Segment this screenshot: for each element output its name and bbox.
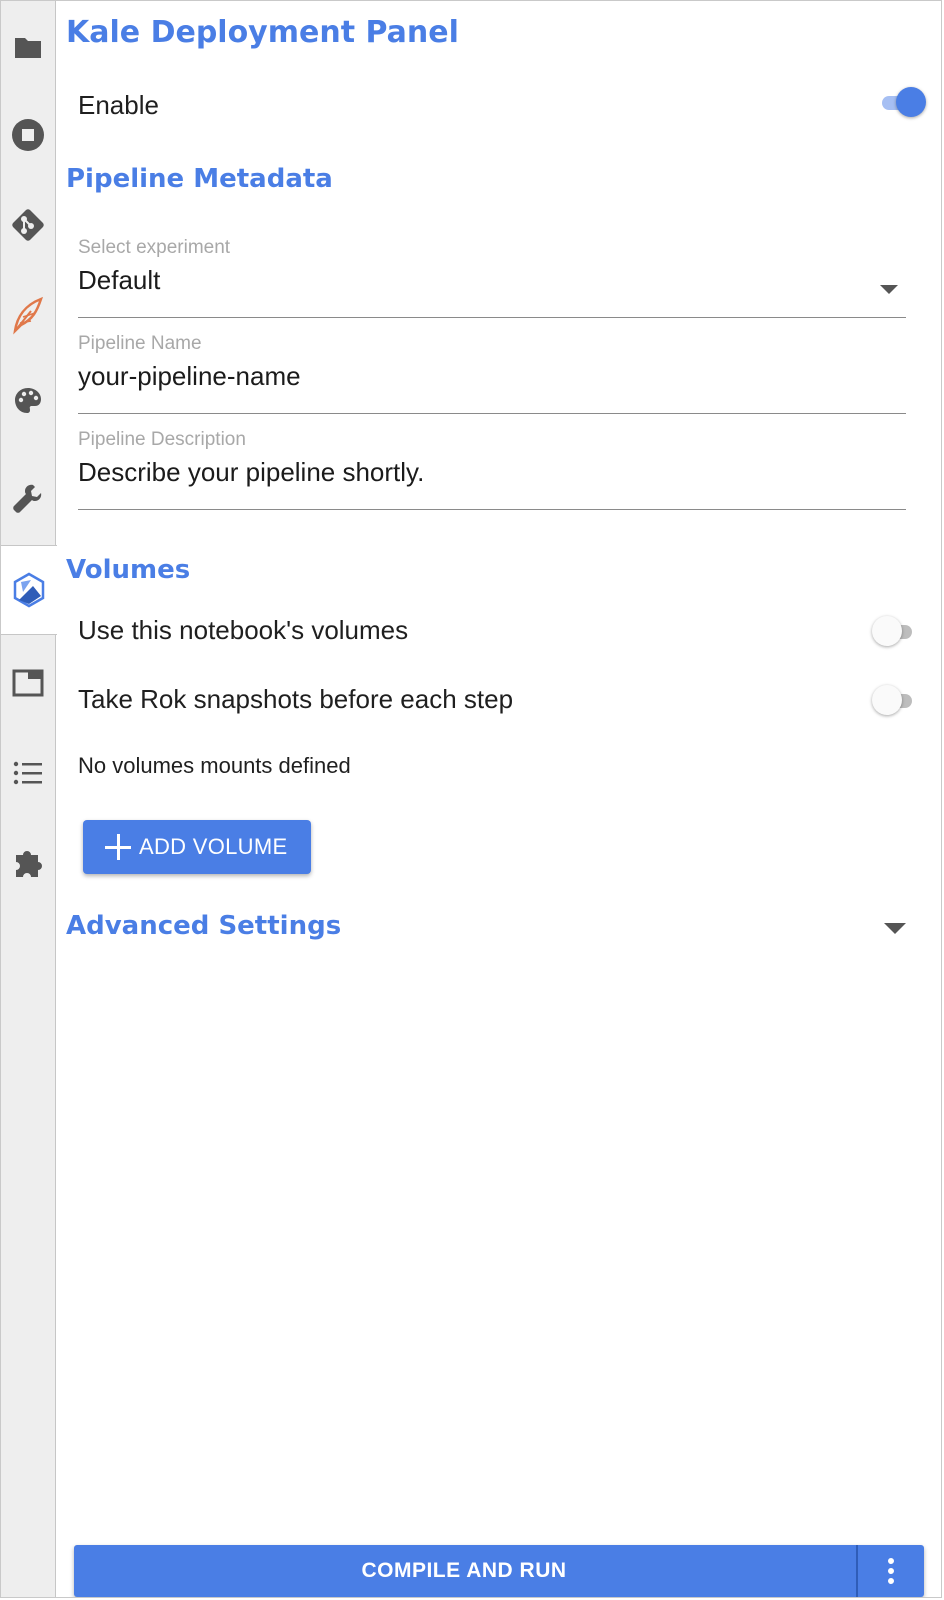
enable-toggle[interactable] [878, 85, 926, 121]
pipeline-description-label: Pipeline Description [78, 429, 246, 450]
toggle-knob [872, 685, 902, 715]
more-vert-icon [888, 1558, 894, 1564]
pipeline-description-field[interactable]: Pipeline Description Describe your pipel… [78, 429, 906, 510]
list-icon[interactable] [1, 745, 55, 801]
compile-and-run-button[interactable]: COMPILE AND RUN [74, 1545, 854, 1597]
palette-icon[interactable] [1, 373, 55, 429]
more-vert-icon-dot [888, 1568, 894, 1574]
experiment-select-label: Select experiment [78, 237, 231, 258]
tab-window-icon[interactable] [1, 655, 55, 711]
toggle-knob [896, 87, 926, 117]
advanced-settings-chevron-down-icon[interactable] [884, 923, 906, 934]
pipeline-name-value: your-pipeline-name [78, 361, 301, 391]
add-volume-button[interactable]: ADD VOLUME [83, 820, 311, 874]
folder-icon[interactable] [1, 19, 55, 75]
kubeflow-feather-icon[interactable] [1, 287, 55, 343]
more-options-button[interactable] [858, 1545, 924, 1597]
left-sidebar [1, 1, 57, 1597]
pipeline-name-label: Pipeline Name [78, 333, 202, 354]
puzzle-piece-icon[interactable] [1, 835, 55, 891]
toggle-knob [872, 616, 902, 646]
pipeline-description-value: Describe your pipeline shortly. [78, 457, 425, 487]
no-volumes-text: No volumes mounts defined [78, 753, 351, 778]
use-notebook-volumes-toggle[interactable] [872, 614, 916, 650]
rok-snapshots-toggle[interactable] [872, 683, 916, 719]
kale-panel-window: Kale Deployment Panel Enable Pipeline Me… [0, 0, 942, 1598]
compile-and-run-label: COMPILE AND RUN [361, 1559, 567, 1582]
more-vert-icon-dot [888, 1578, 894, 1584]
wrench-icon[interactable] [1, 471, 55, 527]
experiment-select[interactable]: Select experiment Default [78, 237, 906, 318]
rok-snapshots-label: Take Rok snapshots before each step [78, 684, 514, 714]
experiment-select-value: Default [78, 265, 161, 295]
chevron-down-icon [880, 285, 898, 294]
advanced-settings-heading[interactable]: Advanced Settings [66, 911, 341, 941]
compile-run-button-group: COMPILE AND RUN [74, 1545, 924, 1597]
deployment-panel: Kale Deployment Panel Enable Pipeline Me… [56, 1, 941, 1597]
stop-circle-icon[interactable] [1, 107, 55, 163]
kale-icon[interactable] [1, 545, 57, 635]
volumes-heading: Volumes [66, 555, 191, 585]
pipeline-metadata-heading: Pipeline Metadata [66, 164, 333, 194]
enable-label: Enable [78, 90, 159, 120]
add-volume-label: ADD VOLUME [139, 834, 288, 859]
pipeline-name-field[interactable]: Pipeline Name your-pipeline-name [78, 333, 906, 414]
use-notebook-volumes-label: Use this notebook's volumes [78, 615, 409, 645]
git-icon[interactable] [1, 197, 55, 253]
plus-icon [105, 834, 131, 860]
panel-title: Kale Deployment Panel [66, 15, 459, 50]
